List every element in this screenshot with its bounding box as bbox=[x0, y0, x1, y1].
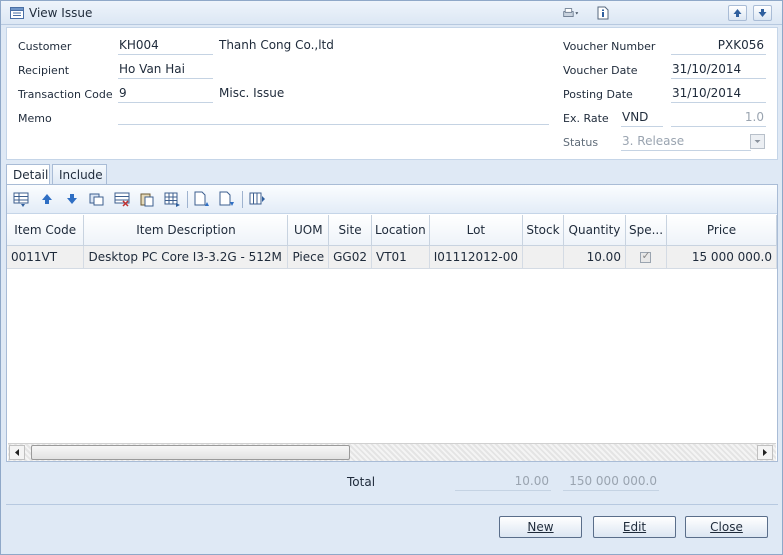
scrollbar-thumb[interactable] bbox=[31, 445, 350, 460]
title-bar: View Issue bbox=[1, 1, 782, 25]
voucher-number-field[interactable]: PXK056 bbox=[671, 38, 766, 55]
cell-location[interactable]: VT01 bbox=[371, 245, 430, 269]
column-header-stock[interactable]: Stock bbox=[522, 215, 564, 246]
voucher-date-field[interactable]: 31/10/2014 bbox=[671, 62, 766, 79]
transaction-code-field[interactable]: 9 bbox=[118, 86, 213, 103]
horizontal-scrollbar[interactable] bbox=[8, 443, 776, 461]
column-header-lot[interactable]: Lot bbox=[429, 215, 523, 246]
delete-row-icon[interactable] bbox=[114, 191, 130, 207]
total-label: Total bbox=[347, 475, 376, 489]
detail-grid-panel: Item Code Item Description UOM Site Loca… bbox=[6, 184, 778, 462]
cell-item-code[interactable]: 0011VT bbox=[7, 245, 85, 269]
total-quantity: 10.00 bbox=[455, 474, 551, 491]
nav-up-icon[interactable] bbox=[728, 5, 747, 21]
tab-include[interactable]: Include bbox=[52, 164, 107, 184]
move-down-icon[interactable] bbox=[64, 191, 80, 207]
customer-name: Thanh Cong Co.,ltd bbox=[219, 38, 334, 52]
document-info-icon[interactable] bbox=[595, 6, 611, 20]
footer-divider bbox=[6, 504, 778, 505]
grid-options-icon[interactable] bbox=[164, 191, 180, 207]
scroll-right-icon[interactable] bbox=[757, 445, 773, 460]
posting-date-label: Posting Date bbox=[563, 88, 633, 101]
cell-uom[interactable]: Piece bbox=[287, 245, 330, 269]
nav-down-icon[interactable] bbox=[753, 5, 772, 21]
edit-button[interactable]: Edit bbox=[593, 516, 676, 538]
total-amount: 150 000 000.0 bbox=[563, 474, 659, 491]
column-header-item-code[interactable]: Item Code bbox=[7, 215, 85, 246]
cell-quantity[interactable]: 10.00 bbox=[563, 245, 626, 269]
detail-grid: Item Code Item Description UOM Site Loca… bbox=[7, 215, 777, 269]
window-icon bbox=[10, 7, 24, 19]
insert-row-icon[interactable] bbox=[13, 191, 29, 207]
customer-code-field[interactable]: KH004 bbox=[118, 38, 213, 55]
column-header-site[interactable]: Site bbox=[328, 215, 372, 246]
status-select[interactable]: 3. Release bbox=[621, 134, 751, 151]
status-label: Status bbox=[563, 136, 599, 149]
table-row[interactable]: 0011VT Desktop PC Core I3-3.2G - 512M Pi… bbox=[7, 245, 777, 269]
voucher-date-label: Voucher Date bbox=[563, 64, 638, 77]
cell-price[interactable]: 15 000 000.0 bbox=[666, 245, 777, 269]
scroll-left-icon[interactable] bbox=[9, 445, 25, 460]
memo-field[interactable] bbox=[118, 108, 549, 125]
ex-rate-field[interactable]: 1.0 bbox=[671, 110, 766, 127]
copy-row-icon[interactable] bbox=[89, 191, 105, 207]
recipient-field[interactable]: Ho Van Hai bbox=[118, 62, 213, 79]
chevron-down-icon[interactable] bbox=[750, 134, 765, 149]
special-checkbox[interactable] bbox=[640, 249, 652, 263]
toolbar-separator bbox=[242, 191, 243, 208]
posting-date-field[interactable]: 31/10/2014 bbox=[671, 86, 766, 103]
column-chooser-icon[interactable] bbox=[249, 191, 265, 207]
grid-toolbar bbox=[7, 185, 777, 214]
column-header-item-description[interactable]: Item Description bbox=[83, 215, 289, 246]
transaction-name: Misc. Issue bbox=[219, 86, 285, 100]
printer-icon[interactable] bbox=[563, 6, 579, 20]
column-header-quantity[interactable]: Quantity bbox=[563, 215, 626, 246]
currency-field[interactable]: VND bbox=[621, 110, 663, 127]
cell-lot[interactable]: I01112012-00 bbox=[429, 245, 523, 269]
cell-stock[interactable] bbox=[522, 245, 564, 269]
move-up-icon[interactable] bbox=[39, 191, 55, 207]
toolbar-separator bbox=[187, 191, 188, 208]
memo-label: Memo bbox=[18, 112, 52, 125]
column-header-uom[interactable]: UOM bbox=[287, 215, 330, 246]
cell-item-description[interactable]: Desktop PC Core I3-3.2G - 512M bbox=[83, 245, 289, 269]
window-title: View Issue bbox=[29, 6, 93, 20]
tab-detail[interactable]: Detail bbox=[6, 164, 50, 185]
cell-site[interactable]: GG02 bbox=[328, 245, 372, 269]
header-panel: Customer KH004 Thanh Cong Co.,ltd Recipi… bbox=[6, 27, 778, 160]
column-header-location[interactable]: Location bbox=[371, 215, 430, 246]
paste-row-icon[interactable] bbox=[139, 191, 155, 207]
voucher-number-label: Voucher Number bbox=[563, 40, 656, 53]
customer-label: Customer bbox=[18, 40, 72, 53]
ex-rate-label: Ex. Rate bbox=[563, 112, 609, 125]
column-header-price[interactable]: Price bbox=[666, 215, 777, 246]
grid-header-row: Item Code Item Description UOM Site Loca… bbox=[7, 215, 777, 246]
transaction-code-label: Transaction Code bbox=[18, 88, 113, 101]
view-issue-window: View Issue Customer KH004 Thanh Cong Co.… bbox=[0, 0, 783, 555]
cell-special[interactable] bbox=[625, 245, 668, 269]
close-button[interactable]: Close bbox=[685, 516, 768, 538]
import-up-icon[interactable] bbox=[193, 191, 209, 207]
export-down-icon[interactable] bbox=[218, 191, 234, 207]
totals-panel: Total 10.00 150 000 000.0 bbox=[6, 463, 778, 503]
new-button[interactable]: New bbox=[499, 516, 582, 538]
recipient-label: Recipient bbox=[18, 64, 70, 77]
column-header-special[interactable]: Spe... bbox=[625, 215, 668, 246]
